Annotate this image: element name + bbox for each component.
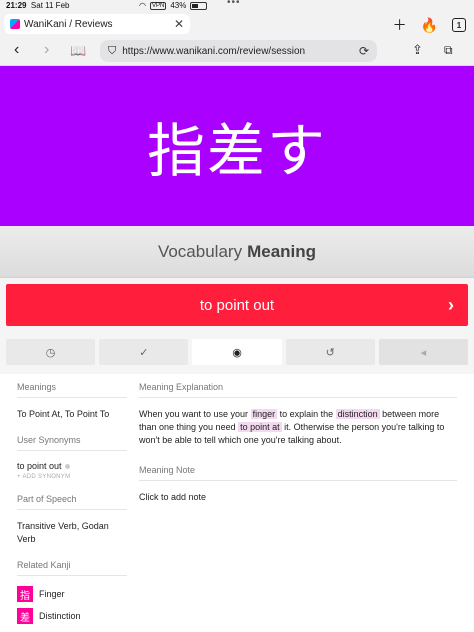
meanings-heading: Meanings: [17, 382, 127, 398]
correct-button[interactable]: ✓: [99, 339, 189, 365]
browser-tab[interactable]: WaniKani / Reviews ✕: [4, 14, 190, 34]
meaning-note-heading: Meaning Note: [139, 465, 457, 481]
reload-icon[interactable]: ⟳: [359, 44, 369, 58]
url-text: https://www.wanikani.com/review/session: [122, 45, 306, 57]
related-kanji-item[interactable]: 指 Finger: [17, 586, 127, 602]
tabs-overview-icon[interactable]: ⧉: [444, 43, 453, 58]
status-indicators: ◠ VPN 43%: [139, 1, 457, 10]
remove-synonym-icon[interactable]: [64, 464, 70, 470]
back-icon[interactable]: ‹: [14, 41, 19, 59]
meaning-explanation-text: When you want to use your finger to expl…: [139, 409, 445, 445]
related-kanji-heading: Related Kanji: [17, 560, 127, 576]
related-kanji-item[interactable]: 差 Distinction: [17, 608, 127, 624]
part-of-speech-heading: Part of Speech: [17, 494, 127, 510]
battery-percent: 43%: [170, 1, 187, 10]
url-field[interactable]: ⛉ https://www.wanikani.com/review/sessio…: [100, 40, 377, 62]
question-prompt: Vocabulary Meaning: [0, 226, 474, 278]
submit-arrow-icon[interactable]: ›: [448, 295, 454, 316]
tab-count-button[interactable]: 1: [452, 18, 466, 32]
item-info-panel: Meanings To Point At, To Point To User S…: [0, 374, 474, 632]
meaning-explanation-heading: Meaning Explanation: [139, 382, 457, 398]
kanji-meaning: Distinction: [39, 611, 81, 621]
undo-button[interactable]: ↺: [285, 339, 375, 365]
kanji-chip: 差: [17, 608, 33, 624]
highlight-kanji: finger: [250, 409, 278, 419]
wifi-icon: ◠: [139, 1, 146, 10]
status-bar: 21:29 Sat 11 Feb ••• ◠ VPN 43%: [0, 0, 474, 12]
battery-icon: [190, 1, 208, 10]
highlight-kanji: distinction: [335, 409, 380, 419]
prompt-kind: Meaning: [247, 241, 317, 261]
info-right-column: Meaning Explanation When you want to use…: [139, 382, 457, 518]
undo-icon: ↺: [325, 346, 335, 359]
flame-icon[interactable]: 🔥: [421, 17, 438, 34]
shield-icon: ⛉: [108, 44, 117, 57]
forward-icon[interactable]: ›: [44, 41, 49, 59]
new-tab-icon[interactable]: ＋: [393, 15, 407, 35]
meanings-value: To Point At, To Point To: [17, 409, 110, 419]
tab-actions: ＋ 🔥 1: [393, 15, 466, 35]
answer-input[interactable]: to point out ›: [6, 284, 468, 326]
address-bar-row: ‹ › 📖 ⛉ https://www.wanikani.com/review/…: [0, 36, 474, 66]
vpn-badge: VPN: [149, 1, 167, 10]
meaning-note-add[interactable]: Click to add note: [139, 491, 457, 504]
add-synonym-button[interactable]: + ADD SYNONYM: [17, 474, 127, 480]
checkmark-icon: ✓: [139, 346, 149, 359]
synonym-text: to point out: [17, 461, 62, 471]
tab-bar: WaniKani / Reviews ✕ ＋ 🔥 1: [0, 12, 474, 36]
clock-icon: ◷: [45, 346, 56, 359]
part-of-speech-value: Transitive Verb, Godan Verb: [17, 521, 109, 544]
info-left-column: Meanings To Point At, To Point To User S…: [17, 382, 127, 630]
kanji-meaning: Finger: [39, 589, 65, 599]
wrap-up-button[interactable]: ◂: [378, 339, 469, 365]
user-synonyms-heading: User Synonyms: [17, 435, 127, 451]
answer-section: to point out ›: [0, 278, 474, 336]
prompt-type: Vocabulary: [157, 241, 243, 261]
status-time: 21:29 Sat 11 Feb: [6, 1, 70, 10]
close-icon[interactable]: ✕: [174, 17, 184, 31]
answer-text: to point out: [199, 296, 275, 314]
item-info-button[interactable]: ◉: [192, 339, 282, 365]
share-icon[interactable]: ⇪: [412, 42, 423, 58]
kanji-chip: 指: [17, 586, 33, 602]
last-items-button[interactable]: ◷: [6, 339, 96, 365]
review-character: 指差す: [0, 66, 474, 226]
tab-title: WaniKani / Reviews: [24, 18, 113, 30]
synonym-item: to point out: [17, 461, 127, 471]
wanikani-favicon-icon: [10, 19, 20, 29]
additional-content-buttons: ◷ ✓ ◉ ↺ ◂: [0, 336, 474, 374]
eye-icon: ◉: [232, 346, 242, 359]
highlight-vocabulary: to point at: [238, 422, 282, 432]
arrow-left-icon: ◂: [420, 346, 427, 359]
bookmarks-icon[interactable]: 📖: [70, 43, 86, 59]
